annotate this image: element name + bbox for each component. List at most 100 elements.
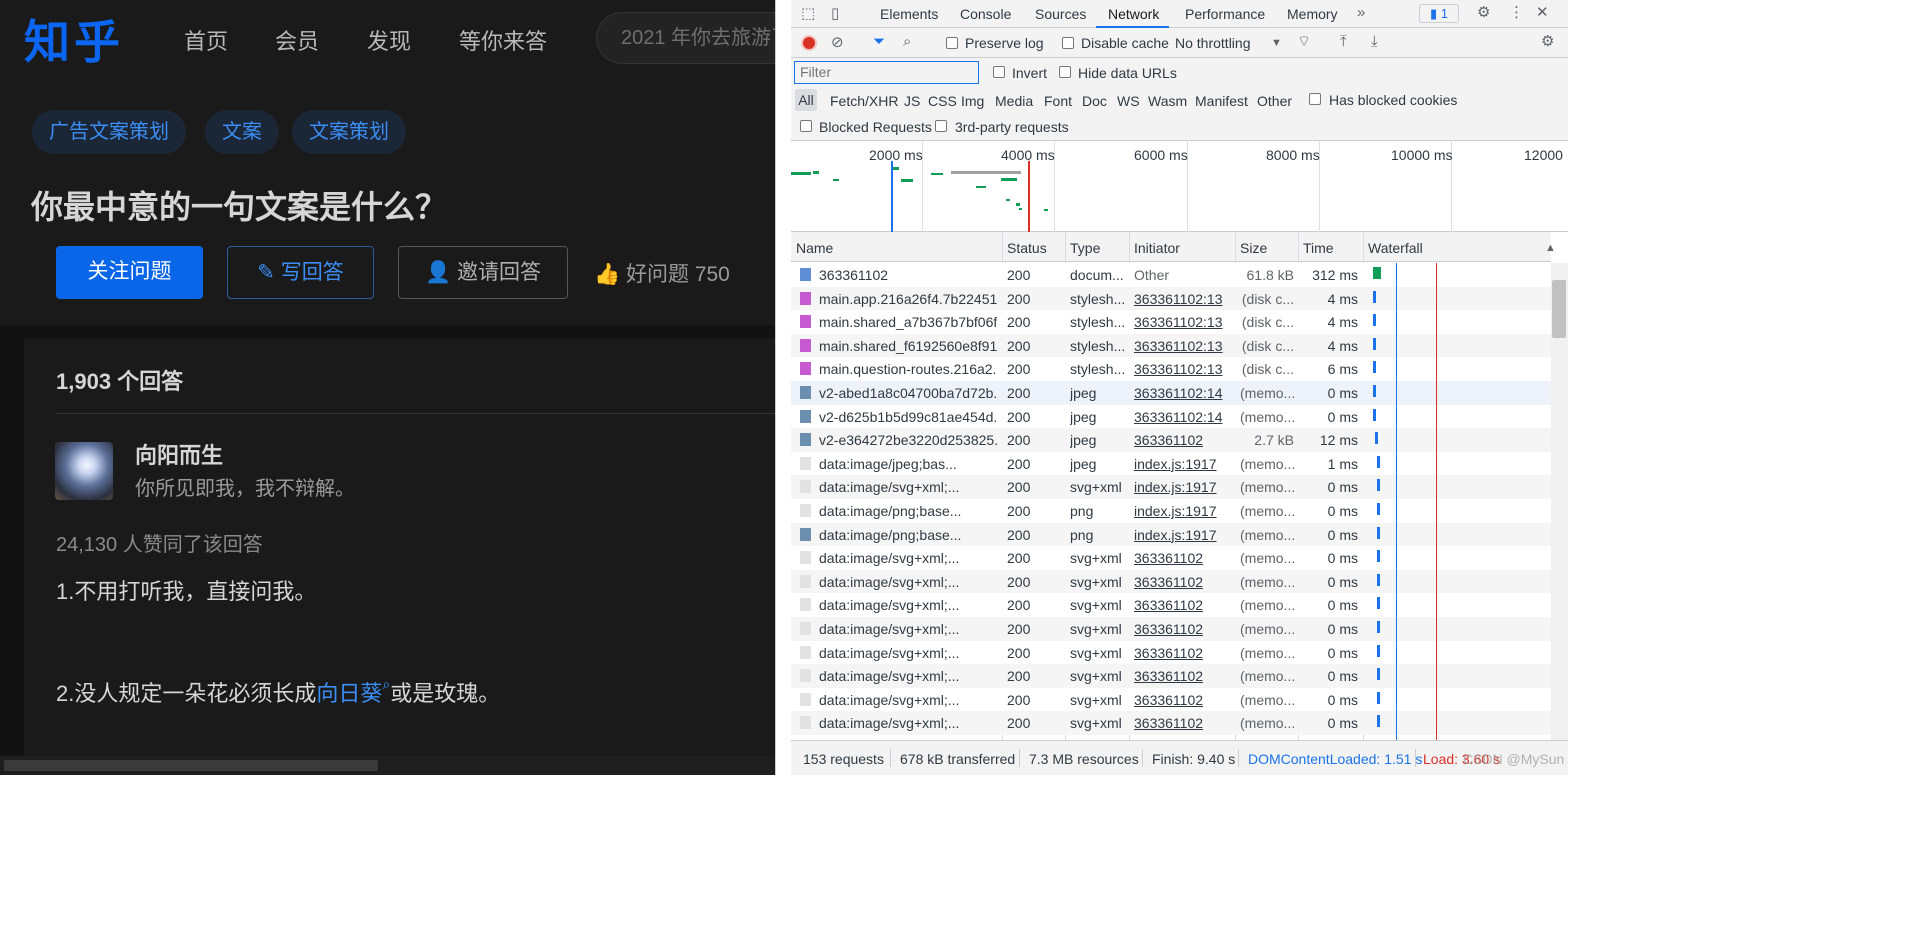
request-name[interactable]: data:image/svg+xml;... <box>819 621 997 637</box>
request-row[interactable]: data:image/svg+xml;... 200 svg+xml 36336110… <box>791 664 1551 688</box>
good-question-button[interactable]: 👍 好问题 750 <box>594 258 730 288</box>
request-name[interactable]: data:image/svg+xml;... <box>819 692 997 708</box>
filter-type-ws[interactable]: WS <box>1117 93 1140 109</box>
network-overview[interactable]: 2000 ms 4000 ms 6000 ms 8000 ms 10000 ms… <box>791 141 1568 232</box>
tag-copy-planning[interactable]: 文案策划 <box>292 110 406 154</box>
request-row[interactable]: data:image/svg+xml;... 200 svg+xml 36336110… <box>791 687 1551 712</box>
tab-elements[interactable]: Elements <box>880 6 938 22</box>
throttling-select[interactable]: No throttling <box>1175 35 1250 51</box>
settings-gear-icon[interactable]: ⚙ <box>1477 5 1490 21</box>
request-name[interactable]: main.shared_f6192560e8f91... <box>819 338 997 354</box>
request-name[interactable]: data:image/svg+xml;... <box>819 668 997 684</box>
column-name[interactable]: Name <box>796 240 833 256</box>
filter-type-media[interactable]: Media <box>995 93 1033 109</box>
request-name[interactable]: data:image/jpeg;bas... <box>819 456 997 472</box>
search-icon[interactable]: ⌕ <box>903 34 911 50</box>
request-initiator[interactable]: 363361102 <box>1134 645 1203 661</box>
network-conditions-icon[interactable]: ⌔ <box>1297 34 1311 50</box>
request-row[interactable]: data:image/svg+xml;... 200 svg+xml 36336110… <box>791 640 1551 665</box>
preserve-log-checkbox[interactable] <box>946 37 958 49</box>
tag-ad-copywriting[interactable]: 广告文案策划 <box>32 110 186 154</box>
request-initiator[interactable]: 363361102 <box>1134 597 1203 613</box>
request-initiator[interactable]: 363361102:13 <box>1134 361 1223 377</box>
filter-type-css[interactable]: CSS <box>928 93 957 109</box>
request-initiator[interactable]: 363361102 <box>1134 432 1203 448</box>
request-name[interactable]: data:image/svg+xml;... <box>819 550 997 566</box>
request-name[interactable]: data:image/png;base... <box>819 503 997 519</box>
request-name[interactable]: 363361102 <box>819 267 997 283</box>
request-name[interactable]: data:image/svg+xml;... <box>819 479 997 495</box>
request-name[interactable]: data:image/png;base... <box>819 527 997 543</box>
avatar[interactable] <box>55 442 113 500</box>
export-har-icon[interactable]: ⤓ <box>1371 34 1378 50</box>
request-row[interactable]: data:image/svg+xml;... 200 svg+xml 36336110… <box>791 593 1551 617</box>
request-name[interactable]: data:image/svg+xml;... <box>819 645 997 661</box>
request-initiator[interactable]: 363361102:13 <box>1134 314 1223 330</box>
issues-badge[interactable]: ▮ 1 <box>1419 4 1459 23</box>
import-har-icon[interactable]: ⤒ <box>1340 34 1347 50</box>
column-waterfall[interactable]: Waterfall <box>1368 240 1423 256</box>
more-tabs-icon[interactable]: » <box>1357 5 1365 21</box>
request-initiator[interactable]: 363361102:13 <box>1134 291 1223 307</box>
request-row[interactable]: data:image/svg+xml;... 200 svg+xml 36336110… <box>791 711 1551 735</box>
filter-type-doc[interactable]: Doc <box>1082 93 1107 109</box>
request-name[interactable]: data:image/svg+xml;... <box>819 574 997 590</box>
request-name[interactable]: main.shared_a7b367b7bf06f... <box>819 314 997 330</box>
request-row[interactable]: v2-d625b1b5d99c81ae454d... 200 jpeg 3633611… <box>791 404 1551 429</box>
author-name[interactable]: 向阳而生 <box>135 438 223 470</box>
request-name[interactable]: data:image/svg+xml;... <box>819 715 997 731</box>
chevron-down-icon[interactable]: ▼ <box>1271 35 1282 51</box>
request-row[interactable]: data:image/svg+xml;... 200 svg+xml index.js… <box>791 475 1551 499</box>
request-name[interactable]: main.app.216a26f4.7b22451... <box>819 291 997 307</box>
filter-type-all[interactable]: All <box>795 89 817 111</box>
zhihu-logo[interactable]: 知乎 <box>24 6 124 72</box>
tab-network[interactable]: Network <box>1108 6 1159 22</box>
kebab-menu-icon[interactable]: ⋮ <box>1509 5 1524 21</box>
request-row[interactable]: 363361102 200 docum... Other 61.8 kB 312 ms <box>791 263 1551 287</box>
request-initiator[interactable]: 363361102 <box>1134 574 1203 590</box>
request-row[interactable]: v2-abed1a8c04700ba7d72b... 200 jpeg 3633611… <box>791 381 1551 405</box>
request-initiator[interactable]: Other <box>1134 267 1169 283</box>
request-initiator[interactable]: 363361102 <box>1134 668 1203 684</box>
nav-waiting[interactable]: 等你来答 <box>459 24 547 56</box>
write-answer-button[interactable]: ✎ 写回答 <box>227 246 374 299</box>
has-blocked-cookies-checkbox[interactable] <box>1309 93 1321 105</box>
filter-type-fetch[interactable]: Fetch/XHR <box>830 93 898 109</box>
tab-console[interactable]: Console <box>960 6 1011 22</box>
keyword-link[interactable]: 向日葵 <box>316 681 382 706</box>
panel-divider[interactable] <box>775 0 791 775</box>
clear-icon[interactable]: ⊘ <box>831 35 844 51</box>
request-row[interactable]: main.shared_a7b367b7bf06f... 200 stylesh..… <box>791 310 1551 334</box>
request-name[interactable]: main.question-routes.216a2... <box>819 361 997 377</box>
scrollbar-thumb[interactable] <box>4 760 378 771</box>
request-row[interactable]: data:image/png;base... 200 png index.js:191… <box>791 499 1551 523</box>
request-initiator[interactable]: 363361102:14 <box>1134 409 1223 425</box>
hide-data-urls-checkbox[interactable] <box>1059 66 1071 78</box>
request-row[interactable]: data:image/svg+xml;... 200 svg+xml 36336110… <box>791 546 1551 570</box>
disable-cache-checkbox[interactable] <box>1062 37 1074 49</box>
follow-question-button[interactable]: 关注问题 <box>56 246 203 299</box>
request-name[interactable]: data:image/svg+xml;... <box>819 597 997 613</box>
request-row[interactable]: v2-e364272be3220d253825... 200 jpeg 3633611… <box>791 428 1551 452</box>
request-name[interactable]: v2-e364272be3220d253825... <box>819 432 997 448</box>
tab-sources[interactable]: Sources <box>1035 6 1086 22</box>
filter-type-manifest[interactable]: Manifest <box>1195 93 1248 109</box>
column-type[interactable]: Type <box>1070 240 1100 256</box>
filter-input[interactable]: Filter <box>794 61 979 84</box>
close-icon[interactable]: ✕ <box>1536 5 1549 21</box>
column-size[interactable]: Size <box>1240 240 1267 256</box>
invert-checkbox[interactable] <box>993 66 1005 78</box>
request-initiator[interactable]: 363361102 <box>1134 550 1203 566</box>
nav-discover[interactable]: 发现 <box>367 24 411 56</box>
nav-vip[interactable]: 会员 <box>275 24 319 56</box>
filter-type-other[interactable]: Other <box>1257 93 1292 109</box>
tab-performance[interactable]: Performance <box>1185 6 1265 22</box>
request-initiator[interactable]: index.js:1917 <box>1134 456 1217 472</box>
sort-ascending-icon[interactable]: ▲ <box>1545 240 1556 256</box>
request-row[interactable]: data:image/svg+xml;... 200 svg+xml 36336110… <box>791 569 1551 594</box>
request-row[interactable]: data:image/jpeg;bas... 200 jpeg index.js:19… <box>791 451 1551 476</box>
column-status[interactable]: Status <box>1007 240 1047 256</box>
horizontal-scrollbar[interactable] <box>0 756 775 775</box>
request-initiator[interactable]: 363361102 <box>1134 715 1203 731</box>
filter-icon[interactable]: ⏷ <box>873 34 885 50</box>
